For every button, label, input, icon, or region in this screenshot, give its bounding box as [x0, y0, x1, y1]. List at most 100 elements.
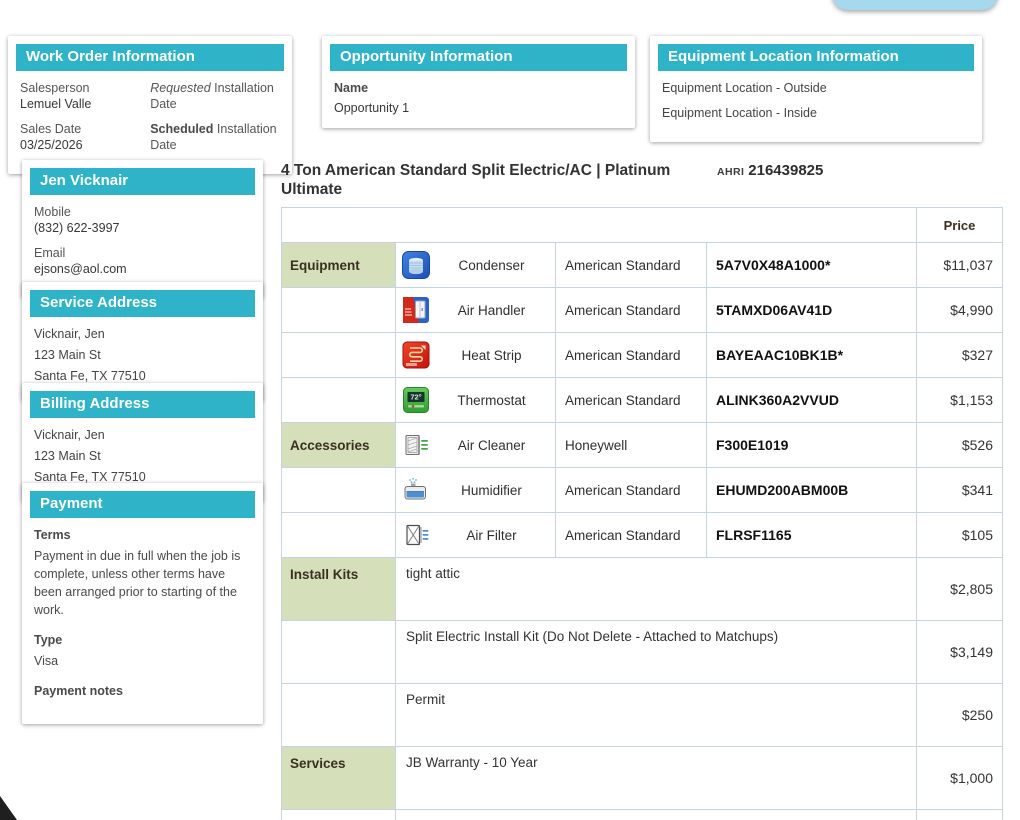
- price-cell: $250: [917, 684, 1003, 747]
- work-order-field: Sales Date03/25/2026: [20, 121, 140, 153]
- equipment-location-line: Equipment Location - Outside: [662, 80, 970, 96]
- model-cell: EHUMD200ABM00B: [707, 468, 917, 513]
- field-value: 03/25/2026: [20, 137, 140, 153]
- address-line: Vicknair, Jen: [34, 326, 251, 342]
- customer-contact-panel: Jen Vicknair Mobile(832) 622-3997 Emailej…: [22, 160, 263, 298]
- price-cell: $105: [917, 513, 1003, 558]
- quote-row: Air FilterAmerican StandardFLRSF1165$105: [282, 513, 1003, 558]
- payment-section: TermsPayment in due in full when the job…: [34, 527, 251, 619]
- model-cell: ALINK360A2VVUD: [707, 378, 917, 423]
- payment-panel: Payment TermsPayment in due in full when…: [22, 483, 263, 724]
- air-cleaner-icon: [402, 431, 430, 459]
- field-label: Requested Installation Date: [150, 80, 280, 112]
- work-order-field: Scheduled Installation Date: [150, 121, 280, 153]
- group-label-cell: Accessories: [282, 423, 396, 468]
- quote-row: Split Electric Install Kit (Do Not Delet…: [282, 621, 1003, 684]
- ahri-number: AHRI 216439825: [717, 162, 823, 180]
- type-label: Thermostat: [430, 393, 555, 408]
- type-cell: Air Filter: [396, 513, 556, 558]
- group-label-cell: [282, 810, 396, 820]
- address-line: 123 Main St: [34, 448, 251, 464]
- model-cell: FLRSF1165: [707, 513, 917, 558]
- quote-row: EquipmentCondenserAmerican Standard5A7V0…: [282, 243, 1003, 288]
- address-line: 123 Main St: [34, 347, 251, 363]
- top-right-button[interactable]: [832, 0, 998, 10]
- field-label: Email: [34, 245, 251, 261]
- price-cell: [917, 810, 1003, 820]
- quote-row: Accessories Air CleanerHoneywellF300E1019…: [282, 423, 1003, 468]
- work-order-field: SalespersonLemuel Valle: [20, 80, 140, 112]
- quote-table-header-row: Price: [282, 208, 1003, 243]
- group-label-cell: Install Kits: [282, 558, 396, 621]
- description-cell: JB Warranty - 10 Year: [396, 747, 917, 810]
- equipment-location-line: Equipment Location - Inside: [662, 105, 970, 121]
- group-label-cell: [282, 288, 396, 333]
- price-column-header: Price: [917, 208, 1003, 243]
- ahri-label: AHRI: [717, 166, 744, 178]
- work-order-panel: Work Order Information SalespersonLemuel…: [8, 36, 292, 174]
- field-label: Sales Date: [20, 121, 140, 137]
- model-cell: F300E1019: [707, 423, 917, 468]
- contact-field: Emailejsons@aol.com: [34, 245, 251, 277]
- field-label: Scheduled Installation Date: [150, 121, 280, 153]
- group-label-cell: [282, 378, 396, 423]
- quote-row: Install Kitstight attic$2,805: [282, 558, 1003, 621]
- equipment-location-panel: Equipment Location Information Equipment…: [650, 36, 982, 142]
- ahri-value: 216439825: [748, 162, 823, 179]
- group-label-cell: [282, 513, 396, 558]
- model-cell: 5A7V0X48A1000*: [707, 243, 917, 288]
- model-cell: BAYEAAC10BK1B*: [707, 333, 917, 378]
- description-cell: [396, 810, 917, 820]
- field-emphasis: Scheduled: [150, 122, 213, 136]
- type-cell: Heat Strip: [396, 333, 556, 378]
- mouse-cursor: [0, 796, 17, 820]
- quote-row: [282, 810, 1003, 820]
- price-cell: $1,000: [917, 747, 1003, 810]
- price-cell: $526: [917, 423, 1003, 468]
- price-cell: $1,153: [917, 378, 1003, 423]
- opportunity-name-value: Opportunity 1: [334, 100, 623, 116]
- opportunity-name-label: Name: [334, 80, 623, 96]
- description-cell: tight attic: [396, 558, 917, 621]
- brand-cell: Honeywell: [556, 423, 707, 468]
- group-label-cell: [282, 684, 396, 747]
- brand-cell: American Standard: [556, 378, 707, 423]
- opportunity-header: Opportunity Information: [330, 44, 627, 71]
- payment-section: Payment notes: [34, 683, 251, 699]
- type-cell: Air Handler: [396, 288, 556, 333]
- thermostat-icon: 72°: [402, 386, 430, 414]
- payment-section-value: Payment in due in full when the job is c…: [34, 547, 251, 619]
- quote-row: 72°ThermostatAmerican StandardALINK360A2…: [282, 378, 1003, 423]
- model-cell: 5TAMXD06AV41D: [707, 288, 917, 333]
- opportunity-panel: Opportunity Information Name Opportunity…: [322, 36, 635, 128]
- quote-row: HumidifierAmerican StandardEHUMD200ABM00…: [282, 468, 1003, 513]
- work-order-header: Work Order Information: [16, 44, 284, 71]
- customer-name-header: Jen Vicknair: [30, 168, 255, 195]
- contact-field: Mobile(832) 622-3997: [34, 204, 251, 236]
- address-line: Vicknair, Jen: [34, 427, 251, 443]
- address-line: Santa Fe, TX 77510: [34, 368, 251, 384]
- group-label-cell: [282, 621, 396, 684]
- heat-strip-icon: [402, 341, 430, 369]
- price-cell: $2,805: [917, 558, 1003, 621]
- type-cell: Humidifier: [396, 468, 556, 513]
- work-order-field: Requested Installation Date: [150, 80, 280, 112]
- air-filter-icon: [402, 521, 430, 549]
- quote-row: Permit$250: [282, 684, 1003, 747]
- quote-row: ServicesJB Warranty - 10 Year$1,000: [282, 747, 1003, 810]
- price-cell: $4,990: [917, 288, 1003, 333]
- price-cell: $341: [917, 468, 1003, 513]
- field-value: Lemuel Valle: [20, 96, 140, 112]
- work-order-right-column: Requested Installation Date Scheduled Ins…: [150, 80, 280, 162]
- type-label: Air Cleaner: [430, 438, 555, 453]
- group-label-cell: Services: [282, 747, 396, 810]
- brand-cell: American Standard: [556, 333, 707, 378]
- group-label-cell: [282, 468, 396, 513]
- brand-cell: American Standard: [556, 513, 707, 558]
- type-cell: Condenser: [396, 243, 556, 288]
- type-label: Air Filter: [430, 528, 555, 543]
- price-cell: $327: [917, 333, 1003, 378]
- payment-header: Payment: [30, 491, 255, 518]
- quote-row: Air HandlerAmerican Standard5TAMXD06AV41…: [282, 288, 1003, 333]
- field-label: Mobile: [34, 204, 251, 220]
